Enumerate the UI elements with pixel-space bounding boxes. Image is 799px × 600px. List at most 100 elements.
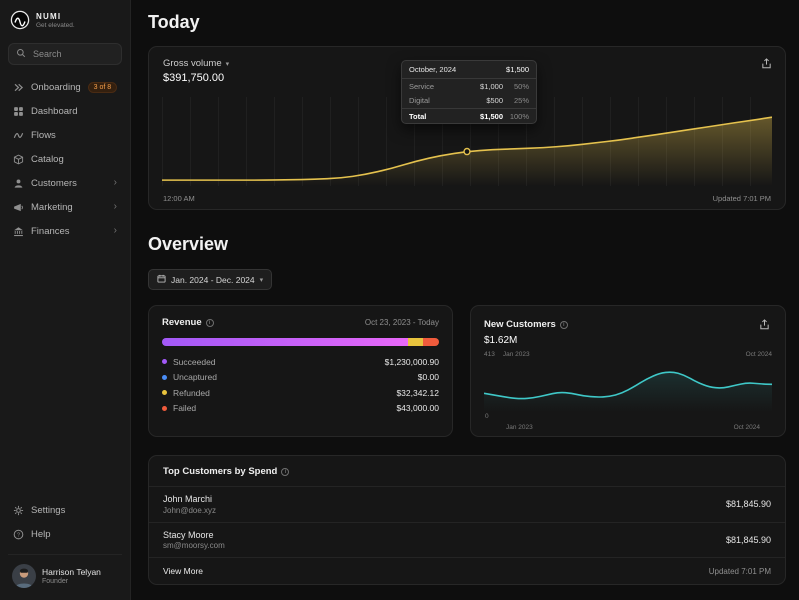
- x-axis-left-label: Jan 2023: [506, 424, 533, 431]
- sidebar-item-customers[interactable]: Customers ›: [8, 171, 122, 195]
- sidebar-item-dashboard[interactable]: Dashboard: [8, 99, 122, 123]
- revenue-card: Revenue i Oct 23, 2023 - Today Succeeded…: [148, 305, 453, 437]
- revenue-title: Revenue: [162, 317, 202, 328]
- nav-item-label: Flows: [31, 129, 56, 141]
- info-icon[interactable]: i: [281, 467, 290, 476]
- export-icon[interactable]: [759, 56, 774, 71]
- user-role: Founder: [42, 578, 69, 585]
- user-text: Harrison Telyan Founder: [42, 567, 101, 585]
- search-box[interactable]: [8, 43, 122, 65]
- legend-value: $43,000.00: [396, 403, 439, 414]
- legend-label: Succeeded: [173, 356, 216, 367]
- sidebar-item-help[interactable]: ? Help: [8, 522, 122, 546]
- sidebar-item-flows[interactable]: Flows: [8, 123, 122, 147]
- customer-row[interactable]: John Marchi John@doe.xyz $81,845.90: [149, 486, 785, 522]
- date-range-label: Jan. 2024 - Dec. 2024: [171, 274, 255, 285]
- customer-name: John Marchi: [163, 494, 213, 504]
- top-customers-title-wrap: Top Customers by Spend i: [163, 466, 290, 477]
- legend-label: Refunded: [173, 387, 210, 398]
- legend-dot-icon: [162, 374, 167, 380]
- chart-tooltip: October, 2024 $1,500 Service $1,000 50% Dig…: [401, 60, 537, 124]
- export-icon[interactable]: [757, 317, 772, 332]
- top-customers-card: Top Customers by Spend i John Marchi John…: [148, 455, 786, 585]
- revenue-legend-row: Refunded $32,342.12: [162, 385, 439, 401]
- sidebar: NUMI Get elevated. Onboarding 3 of 8 Dashb…: [0, 0, 131, 600]
- revenue-legend: Succeeded $1,230,000.90 Uncaptured $0.00 Ref…: [162, 354, 439, 416]
- customer-info: Stacy Moore sm@moorsy.com: [163, 530, 225, 551]
- help-icon: ?: [13, 529, 24, 540]
- tooltip-row: Service $1,000 50%: [409, 81, 529, 91]
- chevron-right-icon: ›: [113, 177, 117, 188]
- new-customers-header: New Customers i: [484, 317, 772, 332]
- onboarding-icon: [13, 82, 24, 93]
- revenue-bar: [162, 338, 439, 346]
- info-icon[interactable]: i: [205, 318, 214, 327]
- nav-item-label: Settings: [31, 504, 66, 516]
- nav-item-label: Catalog: [31, 153, 64, 165]
- tooltip-title: October, 2024: [409, 65, 457, 74]
- revenue-bar-segment-failed: [423, 338, 439, 346]
- sidebar-footer-nav: Settings? Help: [8, 498, 122, 546]
- tooltip-total-value: $1,500: [506, 65, 529, 74]
- legend-label: Failed: [173, 403, 197, 414]
- search-icon: [16, 45, 26, 63]
- revenue-bar-segment-refunded: [407, 338, 424, 346]
- calendar-icon: [157, 274, 166, 285]
- nav-item-label: Finances: [31, 225, 70, 237]
- brand: NUMI Get elevated.: [8, 10, 122, 30]
- x-axis-right-label: Oct 2024: [745, 351, 772, 358]
- legend-dot-icon: [162, 390, 167, 396]
- tooltip-row: Total $1,500 100%: [402, 108, 536, 123]
- chevron-right-icon: ›: [113, 225, 117, 236]
- tooltip-row: Digital $500 25%: [409, 95, 529, 105]
- sidebar-item-catalog[interactable]: Catalog: [8, 147, 122, 171]
- new-customers-axis-top: 413 Jan 2023 Oct 2024: [484, 351, 772, 358]
- nav-item-label: Onboarding: [31, 81, 81, 93]
- top-customers-title: Top Customers by Spend: [163, 466, 278, 477]
- overview-title: Overview: [148, 234, 229, 254]
- sidebar-item-onboarding[interactable]: Onboarding 3 of 8: [8, 75, 122, 99]
- new-customers-value: $1.62M: [484, 335, 518, 346]
- legend-dot-icon: [162, 359, 167, 365]
- legend-value: $0.00: [417, 372, 439, 383]
- main-content: Today Gross volume ▾ $391,750.00 October…: [131, 0, 799, 600]
- revenue-legend-row: Failed $43,000.00: [162, 401, 439, 417]
- catalog-icon: [13, 154, 24, 165]
- new-customers-card: New Customers i $1.62M 413 Jan 2023 Oct …: [470, 305, 786, 437]
- gross-volume-metric-selector[interactable]: Gross volume ▾: [163, 58, 229, 69]
- top-customers-header: Top Customers by Spend i: [149, 456, 785, 486]
- search-input[interactable]: [31, 48, 114, 60]
- customer-email: sm@moorsy.com: [163, 541, 225, 550]
- revenue-legend-row: Succeeded $1,230,000.90: [162, 354, 439, 370]
- revenue-title-wrap: Revenue i: [162, 317, 214, 328]
- revenue-date-range: Oct 23, 2023 - Today: [364, 318, 439, 327]
- sidebar-item-marketing[interactable]: Marketing ›: [8, 195, 122, 219]
- chevron-right-icon: ›: [113, 201, 117, 212]
- marketing-icon: [13, 202, 24, 213]
- today-title: Today: [148, 12, 200, 32]
- sidebar-item-finances[interactable]: Finances ›: [8, 219, 122, 243]
- date-range-picker[interactable]: Jan. 2024 - Dec. 2024 ▾: [148, 269, 273, 290]
- user-name: Harrison Telyan: [42, 567, 101, 577]
- tooltip-header: October, 2024 $1,500: [402, 61, 536, 79]
- updated-timestamp: Updated 7:01 PM: [712, 194, 771, 203]
- customer-row[interactable]: Stacy Moore sm@moorsy.com $81,845.90: [149, 521, 785, 558]
- chevron-down-icon: ▾: [225, 60, 230, 68]
- brand-text: NUMI Get elevated.: [36, 12, 75, 29]
- customer-list: John Marchi John@doe.xyz $81,845.90 Stacy M…: [149, 486, 785, 557]
- legend-label: Uncaptured: [173, 372, 217, 383]
- customer-amount: $81,845.90: [725, 534, 771, 545]
- sidebar-item-settings[interactable]: Settings: [8, 498, 122, 522]
- info-icon[interactable]: i: [559, 320, 568, 329]
- overview-cards-row: Revenue i Oct 23, 2023 - Today Succeeded…: [148, 305, 786, 437]
- nav-item-label: Help: [31, 528, 51, 540]
- revenue-bar-segment-succeeded: [162, 338, 408, 346]
- customer-email: John@doe.xyz: [163, 505, 217, 515]
- user-profile[interactable]: Harrison Telyan Founder: [8, 554, 122, 590]
- sidebar-nav: Onboarding 3 of 8 Dashboard Flows Catalog Cus…: [8, 75, 122, 243]
- tooltip-rows: Service $1,000 50% Digital $500 25% Total $1,50…: [402, 79, 536, 123]
- legend-value: $1,230,000.90: [384, 356, 439, 367]
- top-customers-footer: View More Updated 7:01 PM: [149, 557, 785, 584]
- view-more-button[interactable]: View More: [163, 566, 203, 576]
- legend-dot-icon: [162, 405, 167, 411]
